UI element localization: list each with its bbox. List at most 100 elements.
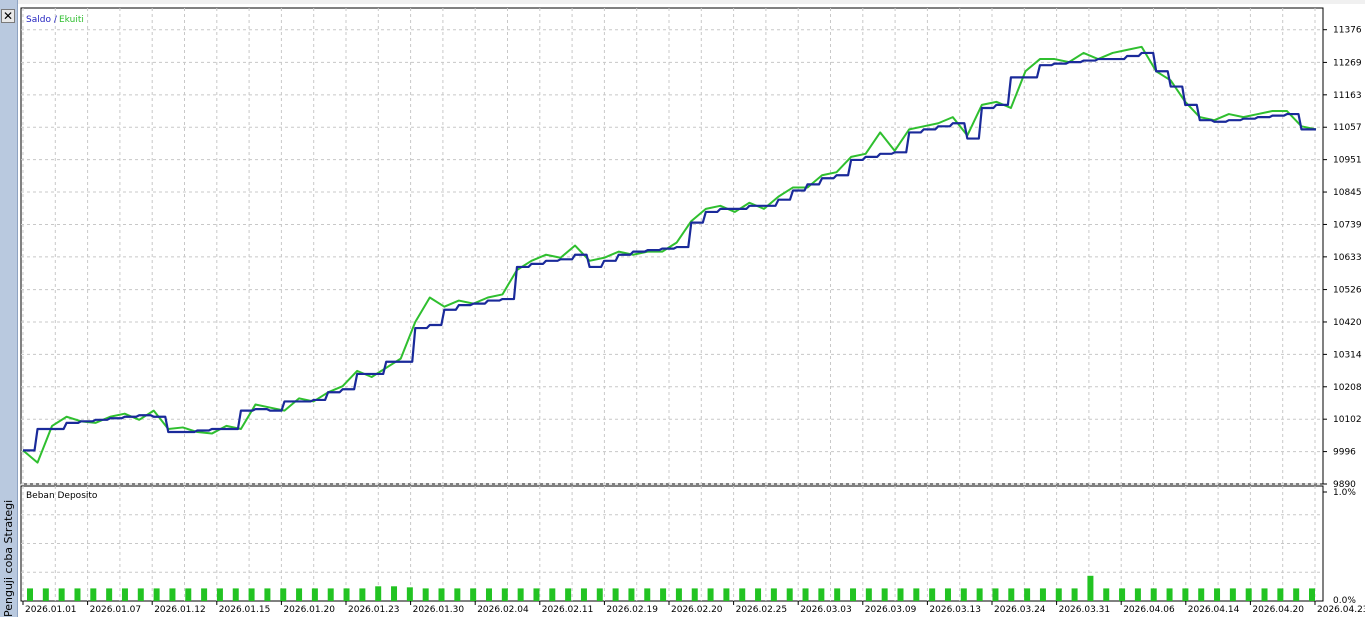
deposit-load-bar — [660, 588, 667, 601]
deposit-load-bar — [1198, 588, 1205, 601]
deposit-load-bar — [565, 588, 572, 601]
deposit-load-bar — [1103, 588, 1110, 601]
deposit-load-bar — [1277, 588, 1284, 601]
deposit-load-bar — [1119, 588, 1126, 601]
deposit-load-bar — [42, 588, 49, 601]
y-tick-label: 11163 — [1333, 91, 1362, 101]
deposit-load-bar — [375, 586, 382, 601]
side-tab-label[interactable]: Penguji coba Strategi — [1, 500, 16, 617]
deposit-load-bar — [770, 588, 777, 601]
y-tick-label: 10208 — [1333, 383, 1362, 393]
deposit-load-bar — [1245, 588, 1252, 601]
y-tick-label: 10526 — [1333, 286, 1362, 296]
deposit-load-bar — [74, 588, 81, 601]
deposit-load-bar — [897, 588, 904, 601]
x-tick-label: 2026.01.20 — [283, 605, 335, 615]
deposit-load-bar — [517, 588, 524, 601]
deposit-load-bar — [406, 587, 413, 601]
deposit-load-bar — [739, 588, 746, 601]
x-tick-label: 2026.01.01 — [25, 605, 77, 615]
deposit-load-bar — [802, 588, 809, 601]
y-tick-label: 11376 — [1333, 26, 1362, 36]
x-tick-label: 2026.01.30 — [413, 605, 465, 615]
close-icon[interactable]: ✕ — [1, 9, 15, 23]
x-tick-label: 2026.02.19 — [606, 605, 658, 615]
x-tick-label: 2026.01.23 — [348, 605, 400, 615]
deposit-load-bar — [881, 588, 888, 601]
deposit-load-bar — [834, 588, 841, 601]
y-tick-label: 11057 — [1333, 123, 1362, 133]
x-tick-label: 2026.04.06 — [1123, 605, 1175, 615]
deposit-load-bar — [1024, 588, 1031, 601]
deposit-load-bar — [470, 588, 477, 601]
deposit-load-bar — [391, 586, 398, 601]
y-tick-label: 11269 — [1333, 58, 1362, 68]
deposit-load-bar — [137, 588, 144, 601]
deposit-load-bar — [359, 588, 366, 601]
deposit-load-bar — [644, 588, 651, 601]
deposit-load-bar — [201, 588, 208, 601]
deposit-load-bar — [818, 588, 825, 601]
deposit-load-bar — [612, 588, 619, 601]
x-tick-label: 2026.04.23 — [1317, 605, 1365, 615]
deposit-load-bar — [216, 588, 223, 601]
y-tick-label: 10951 — [1333, 156, 1362, 166]
deposit-load-bar — [280, 588, 287, 601]
deposit-load-bar — [153, 588, 160, 601]
deposit-load-bar — [929, 588, 936, 601]
deposit-load-bar — [675, 588, 682, 601]
deposit-load-bar — [1134, 588, 1141, 601]
deposit-load-bar — [1293, 588, 1300, 601]
deposit-load-bar — [850, 588, 857, 601]
deposit-load-bar — [343, 588, 350, 601]
deposit-load-bar — [723, 588, 730, 601]
deposit-load-bar — [1214, 588, 1221, 601]
deposit-load-bar — [1150, 588, 1157, 601]
x-tick-label: 2026.02.20 — [671, 605, 723, 615]
x-tick-label: 2026.01.15 — [219, 605, 271, 615]
deposit-load-bar — [311, 588, 318, 601]
deposit-load-bar — [691, 588, 698, 601]
deposit-load-bar — [1087, 575, 1094, 601]
deposit-load-bar — [992, 588, 999, 601]
deposit-load-bar — [327, 588, 334, 601]
deposit-load-bar — [944, 588, 951, 601]
deposit-load-bar — [628, 588, 635, 601]
chart-background — [18, 4, 1365, 617]
deposit-load-bar — [755, 588, 762, 601]
y-tick-label: 10420 — [1333, 318, 1362, 328]
legend-saldo: Saldo — [26, 15, 51, 25]
deposit-load-bar — [1055, 588, 1062, 601]
deposit-load-bar — [58, 588, 65, 601]
chart-area: 9890999610102102081031410420105261063310… — [18, 4, 1365, 617]
deposit-load-bar — [422, 588, 429, 601]
deposit-load-bar — [1309, 588, 1315, 601]
y-tick-label: 10845 — [1333, 188, 1362, 198]
x-tick-label: 2026.01.12 — [154, 605, 206, 615]
x-tick-label: 2026.01.07 — [90, 605, 142, 615]
deposit-load-bar — [580, 588, 587, 601]
deposit-load-bar — [501, 588, 508, 601]
y-tick-label: 0.0% — [1333, 596, 1356, 606]
deposit-load-bar — [549, 588, 556, 601]
deposit-load-bar — [264, 588, 271, 601]
deposit-load-bar — [1039, 588, 1046, 601]
x-tick-label: 2026.03.13 — [929, 605, 981, 615]
x-tick-label: 2026.03.03 — [800, 605, 852, 615]
deposit-load-bar — [976, 588, 983, 601]
side-panel: ✕ Penguji coba Strategi — [0, 0, 18, 617]
deposit-load-bar — [454, 588, 461, 601]
deposit-load-bar — [248, 588, 255, 601]
deposit-load-bar — [185, 588, 192, 601]
x-tick-label: 2026.04.14 — [1188, 605, 1240, 615]
x-tick-label: 2026.03.24 — [994, 605, 1046, 615]
deposit-load-bar — [960, 588, 967, 601]
deposit-load-bar — [27, 588, 33, 601]
deposit-load-bar — [296, 588, 303, 601]
deposit-load-bar — [865, 588, 872, 601]
deposit-load-bar — [232, 588, 239, 601]
deposit-load-bar — [438, 588, 445, 601]
x-tick-label: 2026.04.20 — [1252, 605, 1304, 615]
legend-ekuiti: Ekuiti — [59, 15, 84, 25]
deposit-load-title: Beban Deposito — [26, 491, 98, 501]
